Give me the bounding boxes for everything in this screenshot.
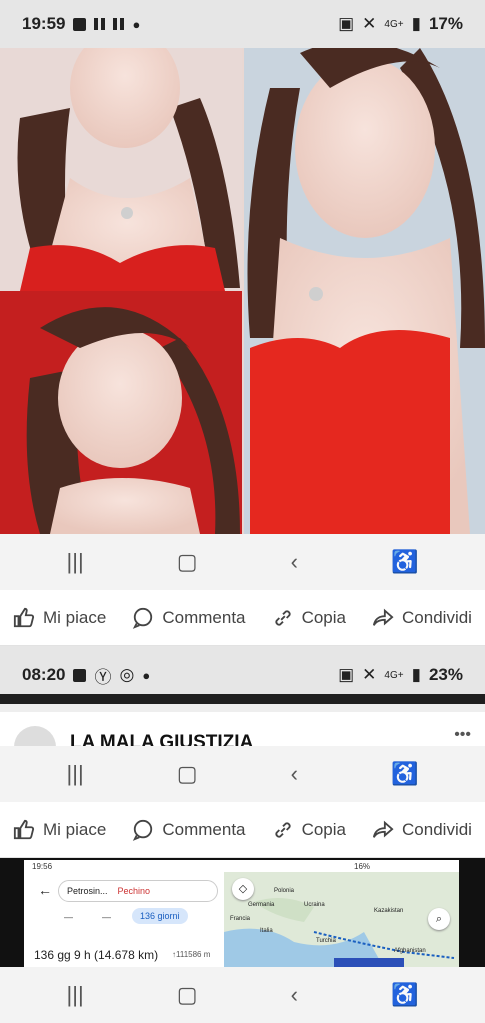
route-bar[interactable]: Petrosin... Pechino <box>58 880 218 902</box>
whatsapp-icon: ◎ <box>119 665 135 684</box>
thumbs-up-icon <box>13 607 35 627</box>
recents-button[interactable]: ||| <box>67 982 84 1008</box>
like-label: Mi piace <box>43 607 107 627</box>
route-summary: 136 gg 9 h (14.678 km) <box>34 948 159 962</box>
copy-button[interactable]: Copia <box>272 819 346 841</box>
walk-mode-chip[interactable]: 136 giorni <box>132 908 188 924</box>
recents-button[interactable]: ||| <box>67 761 84 787</box>
network-label: 4G+ <box>384 18 404 30</box>
map-label: Kazakistan <box>374 908 404 914</box>
link-icon <box>274 609 291 626</box>
status-time: 19:59 <box>22 14 66 33</box>
network-label: 4G+ <box>384 669 404 681</box>
like-button[interactable]: Mi piace <box>13 607 106 629</box>
link-icon <box>274 821 291 838</box>
comment-button[interactable]: Commenta <box>132 607 246 629</box>
maps-panel: 19:56 16% ← Petrosin... Pechino — — 136 … <box>24 860 459 968</box>
comment-label: Commenta <box>162 819 246 839</box>
map-label: Germania <box>248 902 275 908</box>
divider <box>0 694 485 704</box>
accessibility-icon[interactable]: ♿ <box>391 761 418 787</box>
route-steps: ↑111586 m <box>172 950 211 959</box>
photo-collage[interactable] <box>0 48 485 534</box>
system-nav-bar: ||| ▢ ‹ ♿ <box>0 967 485 1023</box>
notification-icon <box>113 18 125 30</box>
back-button[interactable]: ‹ <box>291 982 298 1008</box>
thumbs-up-icon <box>13 819 35 839</box>
share-label: Condividi <box>402 607 472 627</box>
from-field[interactable]: Petrosin... <box>67 886 108 896</box>
like-button[interactable]: Mi piace <box>13 819 106 841</box>
signal-icon: ▮ <box>411 665 421 684</box>
status-bar-middle: 08:20 Ⓨ ◎ ● ▣ ✕ 4G+ ▮ 23% <box>0 656 485 694</box>
to-field[interactable]: Pechino <box>118 886 151 896</box>
signal-icon: ▮ <box>411 14 421 33</box>
copy-label: Copia <box>301 819 346 839</box>
map-label: Afghanistan <box>394 948 426 954</box>
system-nav-bar: ||| ▢ ‹ ♿ <box>0 746 485 802</box>
more-icon[interactable]: ••• <box>454 726 471 744</box>
mini-status-time: 19:56 <box>32 862 53 871</box>
mute-icon: ✕ <box>362 665 377 684</box>
app-icon: Ⓨ <box>94 667 112 687</box>
copy-button[interactable]: Copia <box>272 607 346 629</box>
share-button[interactable]: Condividi <box>372 819 472 841</box>
battery-percent: 17% <box>428 14 463 33</box>
page-header[interactable]: LA MALA GIUSTIZIA ••• <box>0 704 485 748</box>
map-label: Francia <box>230 916 251 922</box>
map-label: Italia <box>260 928 273 934</box>
map-label: Polonia <box>274 888 295 894</box>
share-label: Condividi <box>402 819 472 839</box>
home-button[interactable]: ▢ <box>177 761 198 787</box>
divider <box>0 646 485 656</box>
copy-label: Copia <box>301 607 346 627</box>
map-label: Ucraina <box>304 902 325 908</box>
status-time: 08:20 <box>22 665 66 684</box>
home-button[interactable]: ▢ <box>177 549 198 575</box>
like-label: Mi piace <box>43 819 107 839</box>
accessibility-icon[interactable]: ♿ <box>391 982 418 1008</box>
more-notifications-icon: ● <box>142 667 151 683</box>
home-button[interactable]: ▢ <box>177 982 198 1008</box>
recents-button[interactable]: ||| <box>67 549 84 575</box>
search-icon[interactable]: ⌕ <box>428 908 450 930</box>
battery-percent: 23% <box>428 665 463 684</box>
share-icon <box>372 608 394 626</box>
comment-icon <box>133 607 153 629</box>
mute-icon: ✕ <box>362 14 377 33</box>
map-label: Turchia <box>316 938 336 944</box>
comment-button[interactable]: Commenta <box>132 819 246 841</box>
back-arrow-icon[interactable]: ← <box>38 882 52 898</box>
gallery-icon <box>73 668 87 682</box>
back-button[interactable]: ‹ <box>291 761 298 787</box>
gallery-icon <box>73 17 87 31</box>
accessibility-icon[interactable]: ♿ <box>391 549 418 575</box>
car-mode[interactable]: — <box>64 912 73 922</box>
layers-icon[interactable]: ◇ <box>232 878 254 900</box>
notification-icon <box>94 18 106 30</box>
lock-icon: ▣ <box>338 665 355 684</box>
collage-image <box>0 48 485 534</box>
share-button[interactable]: Condividi <box>372 607 472 629</box>
post-actions-2: Mi piace Commenta Copia Condividi <box>0 802 485 858</box>
comment-label: Commenta <box>162 607 246 627</box>
map-view[interactable]: Polonia Germania Ucraina Francia Italia … <box>224 872 459 968</box>
mini-battery: 16% <box>354 862 371 871</box>
more-notifications-icon: ● <box>132 16 141 32</box>
lock-icon: ▣ <box>338 14 355 33</box>
post-actions-1: Mi piace Commenta Copia Condividi <box>0 590 485 646</box>
avatar[interactable] <box>14 726 56 748</box>
system-nav-bar: ||| ▢ ‹ ♿ <box>0 534 485 590</box>
maps-screenshot[interactable]: 19:56 16% ← Petrosin... Pechino — — 136 … <box>0 858 485 968</box>
share-icon <box>372 820 394 838</box>
status-bar-top: 19:59 ● ▣ ✕ 4G+ ▮ 17% <box>0 0 485 48</box>
transit-mode[interactable]: — <box>102 912 111 922</box>
back-button[interactable]: ‹ <box>291 549 298 575</box>
comment-icon <box>133 819 153 841</box>
